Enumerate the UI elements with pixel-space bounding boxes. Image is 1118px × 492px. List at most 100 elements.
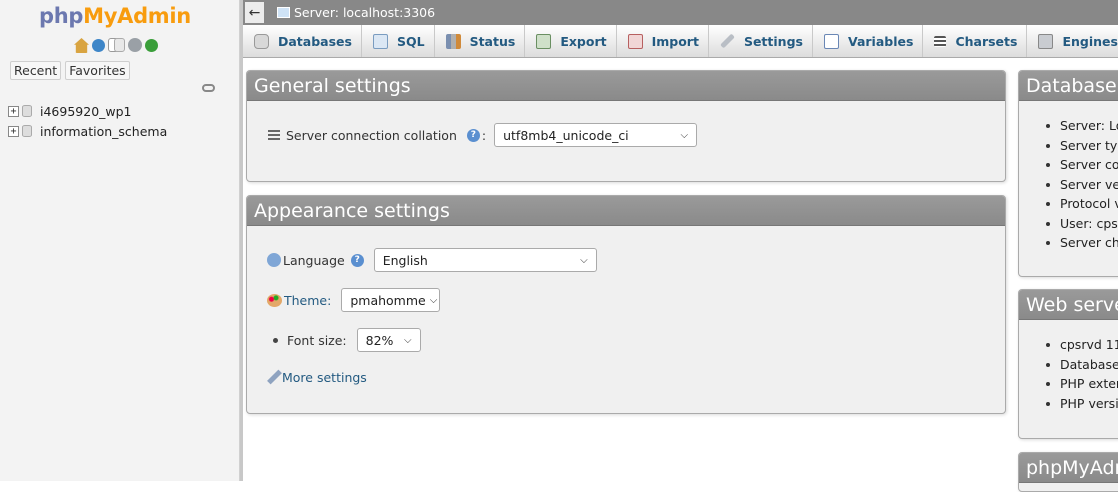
font-size-value: 82% xyxy=(365,332,394,348)
language-select[interactable]: English ⌵ xyxy=(373,248,597,272)
tab-import[interactable]: Import xyxy=(617,25,709,57)
export-icon xyxy=(536,33,552,49)
theme-row: Theme: pmahomme ⌵ xyxy=(267,288,441,312)
phpmyadmin-info-title: phpMyAdr xyxy=(1019,453,1118,483)
font-size-label: Font size: xyxy=(287,332,347,348)
tab-label: Charsets xyxy=(955,33,1018,49)
collation-value: utf8mb4_unicode_ci xyxy=(503,127,629,143)
nav-icon-bar xyxy=(74,38,158,53)
tree-item-db[interactable]: + i4695920_wp1 xyxy=(8,101,167,121)
sql-docs-icon[interactable] xyxy=(114,38,125,52)
language-label: Language xyxy=(283,252,345,268)
tab-status[interactable]: Status xyxy=(435,25,526,57)
recent-favorites-tabs: Recent Favorites xyxy=(10,61,130,80)
tab-variables[interactable]: Variables xyxy=(813,25,924,57)
server-icon xyxy=(277,7,290,18)
chevron-down-icon: ⌵ xyxy=(429,294,438,306)
settings-gear-icon[interactable] xyxy=(128,38,142,52)
database-server-title: Database xyxy=(1019,71,1118,101)
theme-palette-icon xyxy=(267,293,282,307)
database-server-panel: Database Server: Lo Server typ Server co… xyxy=(1018,70,1118,277)
list-item: PHP exter xyxy=(1046,374,1118,394)
home-icon[interactable] xyxy=(74,38,89,53)
tab-export[interactable]: Export xyxy=(525,25,617,57)
tab-settings[interactable]: Settings xyxy=(709,25,813,57)
wrench-icon xyxy=(267,369,282,385)
collapse-nav-button[interactable]: ← xyxy=(245,2,264,23)
web-server-list: cpsrvd 11. Database PHP exter PHP versi xyxy=(1019,335,1118,413)
collation-select[interactable]: utf8mb4_unicode_ci ⌵ xyxy=(494,123,698,147)
list-item: Server typ xyxy=(1046,136,1118,156)
charsets-icon xyxy=(934,35,947,47)
tab-label: Databases xyxy=(278,33,352,49)
database-icon xyxy=(22,125,32,137)
database-tree: + i4695920_wp1 + information_schema xyxy=(8,101,167,141)
list-item: Server ver xyxy=(1046,175,1118,195)
theme-select[interactable]: pmahomme ⌵ xyxy=(341,288,441,312)
expand-plus-icon[interactable]: + xyxy=(8,125,19,137)
general-settings-title: General settings xyxy=(247,71,1005,101)
list-item: Server: Lo xyxy=(1046,116,1118,136)
expand-plus-icon[interactable]: + xyxy=(8,105,19,117)
list-item: User: cpse xyxy=(1046,214,1118,234)
database-name[interactable]: information_schema xyxy=(40,124,167,139)
status-icon xyxy=(445,33,461,49)
tab-databases[interactable]: Databases xyxy=(243,25,362,57)
reload-icon[interactable] xyxy=(145,39,158,52)
font-size-row: Font size: 82% ⌵ xyxy=(273,328,421,352)
database-icon xyxy=(22,105,32,117)
phpmyadmin-logo[interactable]: phpMyAdmin xyxy=(39,4,191,28)
tab-label: Import xyxy=(651,33,699,49)
logo-php-text: php xyxy=(39,4,84,28)
appearance-settings-panel: Appearance settings Language ? English ⌵… xyxy=(246,195,1006,414)
appearance-settings-title: Appearance settings xyxy=(247,196,1005,226)
tree-item-db[interactable]: + information_schema xyxy=(8,121,167,141)
server-breadcrumb[interactable]: Server: localhost:3306 xyxy=(294,5,435,20)
variables-icon xyxy=(823,33,839,49)
tab-label: Settings xyxy=(743,33,803,49)
general-settings-panel: General settings Server connection colla… xyxy=(246,70,1006,182)
language-value: English xyxy=(382,252,428,268)
language-icon xyxy=(267,253,281,267)
more-settings-link[interactable]: More settings xyxy=(282,370,367,385)
link-with-main-panel-icon[interactable] xyxy=(202,84,215,92)
tab-sql[interactable]: SQL xyxy=(362,25,435,57)
colon: : xyxy=(481,127,487,143)
list-item: Database xyxy=(1046,355,1118,375)
web-server-panel: Web serve cpsrvd 11. Database PHP exter … xyxy=(1018,289,1118,439)
more-settings-row[interactable]: More settings xyxy=(267,369,367,385)
tab-label: SQL xyxy=(396,33,425,49)
nav-resizer[interactable] xyxy=(240,0,243,481)
navigation-panel: phpMyAdmin Recent Favorites + i4695920_w… xyxy=(0,0,240,481)
tab-label: Engines xyxy=(1062,33,1118,49)
theme-value: pmahomme xyxy=(350,292,426,308)
theme-label[interactable]: Theme: xyxy=(284,293,331,308)
engines-icon xyxy=(1038,33,1054,49)
list-item: cpsrvd 11. xyxy=(1046,335,1118,355)
language-row: Language ? English ⌵ xyxy=(267,248,597,272)
help-icon[interactable] xyxy=(92,39,105,52)
collation-label: Server connection collation xyxy=(286,127,457,143)
tab-label: Status xyxy=(469,33,516,49)
tab-label: Export xyxy=(560,33,607,49)
tab-charsets[interactable]: Charsets xyxy=(923,25,1028,57)
databases-icon xyxy=(254,33,269,49)
list-item: Server cha xyxy=(1046,233,1118,253)
collation-icon xyxy=(268,130,280,140)
help-icon[interactable]: ? xyxy=(350,253,364,267)
collation-row: Server connection collation ? : utf8mb4_… xyxy=(268,123,698,147)
recent-tab[interactable]: Recent xyxy=(10,61,62,80)
server-breadcrumb-bar: ← Server: localhost:3306 xyxy=(243,0,1118,25)
tab-engines[interactable]: Engines xyxy=(1027,25,1118,57)
database-name[interactable]: i4695920_wp1 xyxy=(40,104,132,119)
logo-my-text: My xyxy=(83,4,118,28)
import-icon xyxy=(627,33,643,49)
favorites-tab[interactable]: Favorites xyxy=(65,61,130,80)
sql-icon xyxy=(372,33,388,49)
chevron-down-icon: ⌵ xyxy=(580,254,588,266)
bullet xyxy=(273,337,278,343)
list-item: PHP versi xyxy=(1046,394,1118,414)
font-size-select[interactable]: 82% ⌵ xyxy=(356,328,421,352)
help-icon[interactable]: ? xyxy=(466,128,480,142)
chevron-down-icon: ⌵ xyxy=(404,334,412,346)
